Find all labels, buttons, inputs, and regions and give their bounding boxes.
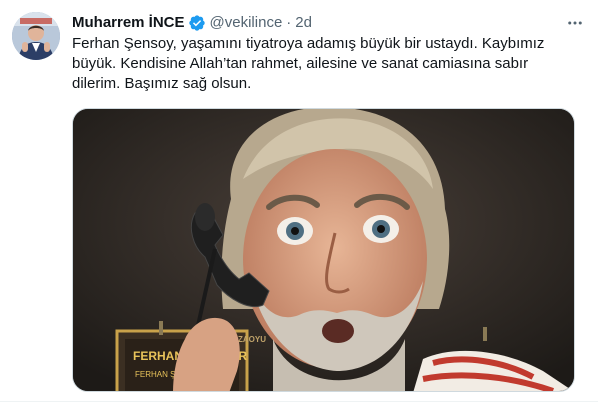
portrait-photo: FERHANGİ ŞEYLER FERHAN ŞENSOY ZAOYU [73,109,574,391]
tweet-text-line: Ferhan Şensoy, yaşamını tiyatroya adamış… [72,35,545,52]
tweet-text-line: dilerim. Başımız sağ olsun. [72,75,252,92]
verified-badge-icon [188,15,205,31]
header-separator: · [286,14,292,31]
tweet-header: Muharrem İNCE @vekilince · 2d [72,12,586,34]
author-avatar[interactable] [12,12,60,60]
corner-sign-text: ZAOYU [238,335,266,344]
author-handle[interactable]: @vekilince [210,13,283,33]
tweet-timestamp[interactable]: 2d [295,13,312,33]
tweet-text: Ferhan Şensoy, yaşamını tiyatroya adamış… [72,34,572,94]
tweet[interactable]: Muharrem İNCE @vekilince · 2d Ferhan Şen… [0,0,598,402]
author-display-name[interactable]: Muharrem İNCE [72,13,185,33]
avatar-image [12,12,60,60]
tweet-media-image[interactable]: FERHANGİ ŞEYLER FERHAN ŞENSOY ZAOYU [72,108,575,392]
more-horizontal-icon [568,21,582,25]
tweet-text-line: büyük. Kendisine Allah’tan rahmet, ailes… [72,55,529,72]
